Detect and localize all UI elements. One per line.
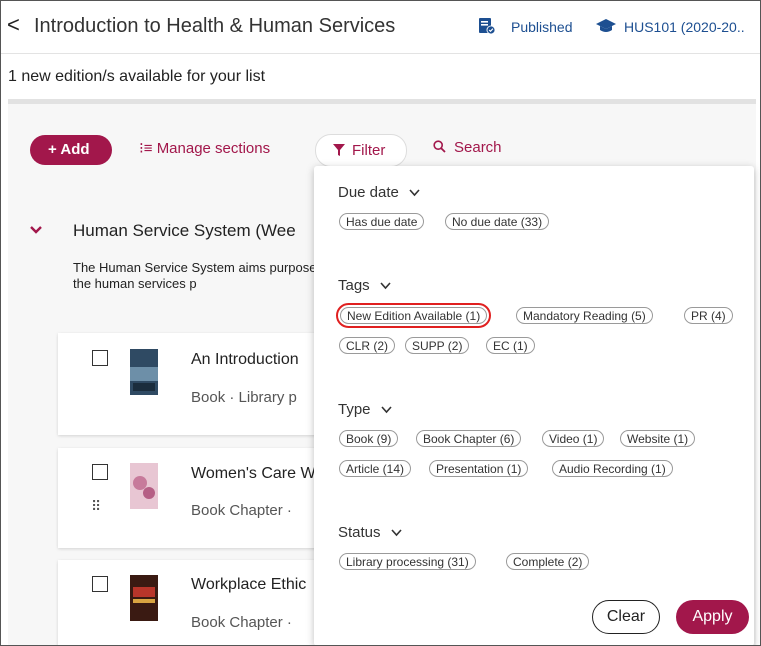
course-link[interactable]: HUS101 (2020-20.. xyxy=(624,19,745,35)
item-title[interactable]: Women's Care W xyxy=(191,465,316,483)
new-edition-notice: 1 new edition/s available for your list xyxy=(1,54,760,97)
status-badge: Published xyxy=(511,19,573,35)
filter-icon xyxy=(333,144,345,156)
manage-sections-button[interactable]: ⁝≡ Manage sections xyxy=(139,139,270,157)
filter-chip[interactable]: Presentation (1) xyxy=(429,460,529,477)
search-label: Search xyxy=(454,139,502,156)
chevron-down-icon xyxy=(390,529,402,537)
filter-chip[interactable]: EC (1) xyxy=(486,337,535,354)
page-header: < Introduction to Health & Human Service… xyxy=(1,1,760,54)
section-title: Human Service System (Wee xyxy=(73,221,296,240)
item-meta: Book · Library p xyxy=(191,389,297,406)
filter-chip[interactable]: Library processing (31) xyxy=(339,553,476,570)
app-window: < Introduction to Health & Human Service… xyxy=(0,0,761,646)
page-title: Introduction to Health & Human Services xyxy=(34,15,396,37)
item-meta: Book Chapter · xyxy=(191,502,292,519)
search-button[interactable]: Search xyxy=(433,139,502,156)
filter-panel: Due date Has due date No due date (33) T… xyxy=(314,166,754,645)
item-checkbox[interactable] xyxy=(92,576,108,592)
item-checkbox[interactable] xyxy=(92,350,108,366)
collapse-chevron-icon[interactable] xyxy=(29,223,43,237)
filter-chip[interactable]: Website (1) xyxy=(620,430,696,447)
search-icon xyxy=(433,140,446,153)
item-meta: Book Chapter · xyxy=(191,614,292,631)
graduation-cap-icon xyxy=(596,19,616,32)
filter-chip[interactable]: Book (9) xyxy=(339,430,399,447)
filter-chip[interactable]: SUPP (2) xyxy=(405,337,470,354)
book-cover-thumbnail xyxy=(130,575,158,621)
item-title[interactable]: Workplace Ethic xyxy=(191,576,306,594)
list-item[interactable]: Workplace Ethic Book Chapter · xyxy=(58,560,328,645)
chevron-down-icon xyxy=(380,282,391,290)
published-icon xyxy=(479,18,496,35)
filter-button[interactable]: Filter xyxy=(315,134,407,167)
add-label: + Add xyxy=(48,141,90,158)
filter-chip[interactable]: Complete (2) xyxy=(506,553,590,570)
filter-chip-selected[interactable]: New Edition Available (1) xyxy=(335,303,492,328)
section-description: The Human Service System aims purpose of… xyxy=(73,260,331,291)
drag-handle-icon[interactable]: ⠿ xyxy=(91,498,101,515)
clear-button[interactable]: Clear xyxy=(592,600,660,634)
chevron-down-icon xyxy=(380,406,392,414)
book-cover-thumbnail xyxy=(130,349,158,395)
filter-chip[interactable]: No due date (33) xyxy=(445,213,550,230)
filter-group-due-date[interactable]: Due date xyxy=(338,184,420,201)
back-arrow-icon[interactable]: < xyxy=(7,14,20,36)
item-checkbox[interactable] xyxy=(92,464,108,480)
book-cover-thumbnail xyxy=(130,463,158,509)
filter-chip[interactable]: PR (4) xyxy=(684,307,733,324)
filter-label: Filter xyxy=(352,142,386,159)
filter-chip[interactable]: Book Chapter (6) xyxy=(416,430,522,447)
filter-group-label: Tags xyxy=(338,277,370,294)
filter-group-label: Due date xyxy=(338,184,399,201)
item-title[interactable]: An Introduction xyxy=(191,351,299,369)
add-button[interactable]: + Add xyxy=(30,135,112,165)
chevron-down-icon xyxy=(409,189,420,197)
filter-chip[interactable]: Audio Recording (1) xyxy=(552,460,673,477)
apply-button[interactable]: Apply xyxy=(676,600,749,634)
filter-chip[interactable]: Video (1) xyxy=(542,430,605,447)
filter-group-tags[interactable]: Tags xyxy=(338,277,391,294)
filter-chip[interactable]: Has due date xyxy=(339,213,425,230)
filter-chip[interactable]: CLR (2) xyxy=(339,337,396,354)
filter-group-status[interactable]: Status xyxy=(338,524,402,541)
list-item[interactable]: ⠿ Women's Care W Book Chapter · xyxy=(58,448,328,548)
filter-group-label: Status xyxy=(338,524,381,541)
list-item[interactable]: An Introduction Book · Library p xyxy=(58,333,328,435)
notice-text: 1 new edition/s available for your list xyxy=(8,68,266,85)
filter-chip[interactable]: Article (14) xyxy=(339,460,412,477)
filter-group-label: Type xyxy=(338,401,371,418)
filter-group-type[interactable]: Type xyxy=(338,401,392,418)
filter-chip[interactable]: Mandatory Reading (5) xyxy=(516,307,653,324)
